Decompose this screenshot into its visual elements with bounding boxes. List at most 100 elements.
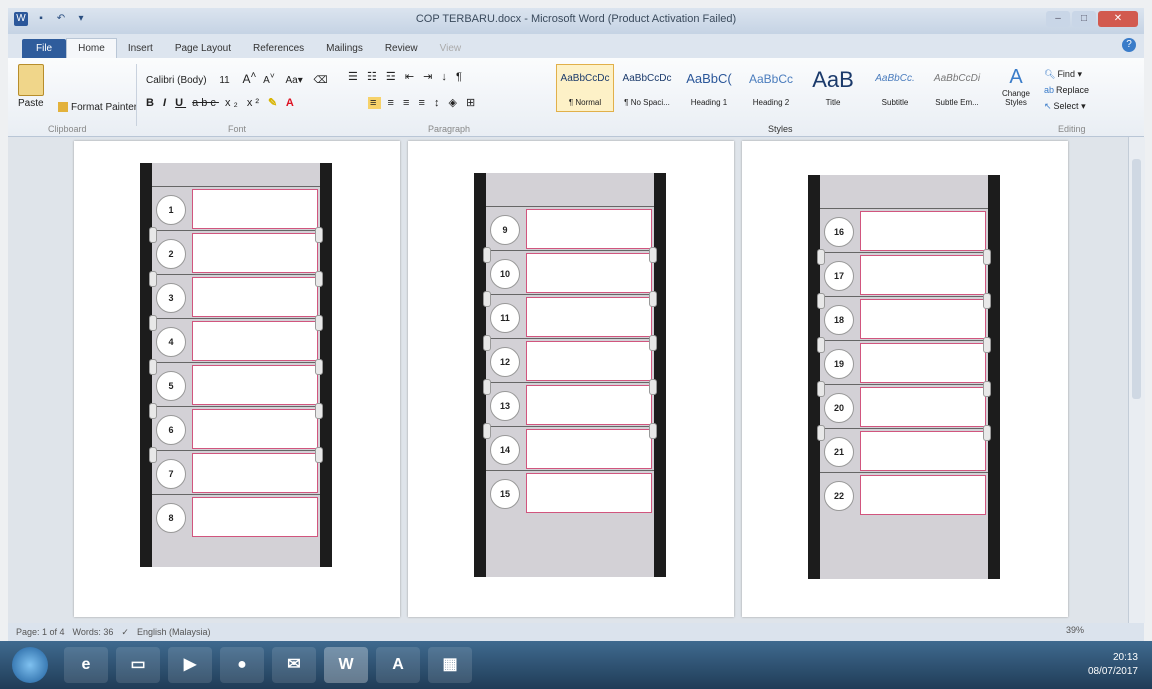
language-indicator[interactable]: English (Malaysia) xyxy=(137,627,211,637)
answer-box[interactable] xyxy=(526,429,652,469)
line-spacing-icon[interactable]: ↕ xyxy=(434,97,443,109)
word-taskbar-icon[interactable]: W xyxy=(324,647,368,683)
font-name-select[interactable]: Calibri (Body) xyxy=(146,75,207,86)
answer-box[interactable] xyxy=(860,299,986,339)
sort-icon[interactable]: ↓ xyxy=(441,71,450,83)
tab-page-layout[interactable]: Page Layout xyxy=(164,39,242,58)
font-size-select[interactable]: 11 xyxy=(219,75,229,86)
help-icon[interactable]: ? xyxy=(1122,38,1136,52)
answer-box[interactable] xyxy=(860,211,986,251)
answer-box[interactable] xyxy=(526,385,652,425)
vertical-scrollbar[interactable] xyxy=(1128,137,1145,623)
tab-home[interactable]: Home xyxy=(66,38,117,58)
find-button[interactable]: 🔍︎ Find ▾ xyxy=(1044,66,1089,82)
scroll-thumb[interactable] xyxy=(1132,159,1141,399)
answer-box[interactable] xyxy=(192,277,318,317)
answer-box[interactable] xyxy=(860,475,986,515)
mail-icon[interactable]: ✉ xyxy=(272,647,316,683)
answer-box[interactable] xyxy=(192,497,318,537)
answer-box[interactable] xyxy=(526,253,652,293)
align-left-icon[interactable]: ≡ xyxy=(368,97,382,109)
close-button[interactable]: ✕ xyxy=(1098,11,1138,27)
answer-box[interactable] xyxy=(860,431,986,471)
minimize-button[interactable]: – xyxy=(1046,11,1070,27)
tab-view[interactable]: View xyxy=(429,39,473,58)
document-page[interactable]: 16 17 18 19 20 21 22 xyxy=(742,141,1068,617)
font-grow-icon[interactable]: A˄ xyxy=(243,70,257,86)
firefox-icon[interactable]: ● xyxy=(220,647,264,683)
tab-file[interactable]: File xyxy=(22,39,67,58)
underline-icon[interactable]: U xyxy=(175,97,186,109)
tab-mailings[interactable]: Mailings xyxy=(315,39,374,58)
answer-box[interactable] xyxy=(526,473,652,513)
answer-box[interactable] xyxy=(192,365,318,405)
answer-box[interactable] xyxy=(526,297,652,337)
answer-box[interactable] xyxy=(192,189,318,229)
style-subtitle[interactable]: AaBbCc. Subtitle xyxy=(866,64,924,112)
borders-icon[interactable]: ⊞ xyxy=(466,97,478,109)
clear-formatting-icon[interactable]: ⌫ xyxy=(314,75,328,86)
paint-icon[interactable]: ▦ xyxy=(428,647,472,683)
shading-icon[interactable]: ◈ xyxy=(449,97,460,109)
page-count[interactable]: Page: 1 of 4 xyxy=(16,627,65,637)
superscript-icon[interactable]: x² xyxy=(247,97,262,109)
ladder-rung xyxy=(152,450,320,451)
acrobat-icon[interactable]: A xyxy=(376,647,420,683)
align-right-icon[interactable]: ≡ xyxy=(403,97,412,109)
rung-peg xyxy=(315,359,323,375)
style-title[interactable]: AaB Title xyxy=(804,64,862,112)
answer-box[interactable] xyxy=(860,387,986,427)
system-clock[interactable]: 20:13 08/07/2017 xyxy=(1088,651,1138,679)
bullets-icon[interactable]: ☰ xyxy=(348,71,361,83)
font-color-icon[interactable]: A xyxy=(286,97,297,109)
answer-box[interactable] xyxy=(192,321,318,361)
decrease-indent-icon[interactable]: ⇤ xyxy=(405,71,417,83)
pilcrow-icon[interactable]: ¶ xyxy=(456,71,465,83)
answer-box[interactable] xyxy=(192,409,318,449)
select-button[interactable]: ↖ Select ▾ xyxy=(1044,98,1089,114)
style-heading-1[interactable]: AaBbC(Heading 1 xyxy=(680,64,738,112)
explorer-icon[interactable]: ▭ xyxy=(116,647,160,683)
answer-box[interactable] xyxy=(192,453,318,493)
replace-button[interactable]: ab Replace xyxy=(1044,82,1089,98)
format-painter-button[interactable]: Format Painter xyxy=(58,102,137,113)
highlight-icon[interactable]: ✎ xyxy=(268,97,280,109)
proofing-icon[interactable]: ✓ xyxy=(121,627,129,638)
document-page[interactable]: 1 2 3 4 5 6 7 8 xyxy=(74,141,400,617)
document-page[interactable]: 9 10 11 12 13 14 15 xyxy=(408,141,734,617)
document-area[interactable]: 12345678 9 10 11 12 13 14 15 16 17 18 19 20 21 22 xyxy=(8,137,1128,623)
italic-icon[interactable]: I xyxy=(163,97,169,109)
tab-references[interactable]: References xyxy=(242,39,315,58)
numbering-icon[interactable]: ☷ xyxy=(367,71,380,83)
change-styles-button[interactable]: A Change Styles xyxy=(998,66,1034,107)
bold-icon[interactable]: B xyxy=(146,97,157,109)
paste-icon[interactable] xyxy=(18,64,44,96)
tab-review[interactable]: Review xyxy=(374,39,429,58)
subscript-icon[interactable]: x₂ xyxy=(225,97,241,109)
tab-insert[interactable]: Insert xyxy=(117,39,164,58)
ie-icon[interactable]: e xyxy=(64,647,108,683)
media-player-icon[interactable]: ▶ xyxy=(168,647,212,683)
increase-indent-icon[interactable]: ⇥ xyxy=(423,71,435,83)
answer-box[interactable] xyxy=(192,233,318,273)
align-center-icon[interactable]: ≡ xyxy=(387,97,396,109)
style-normal[interactable]: AaBbCcDc ¶ Normal xyxy=(556,64,614,112)
answer-box[interactable] xyxy=(860,343,986,383)
maximize-button[interactable]: □ xyxy=(1072,11,1096,27)
font-shrink-icon[interactable]: A˅ xyxy=(263,71,275,86)
style-heading-2[interactable]: AaBbCc Heading 2 xyxy=(742,64,800,112)
answer-box[interactable] xyxy=(860,255,986,295)
word-count[interactable]: Words: 36 xyxy=(73,627,114,637)
zoom-level[interactable]: 39% xyxy=(1066,625,1084,635)
answer-box[interactable] xyxy=(526,341,652,381)
multilevel-list-icon[interactable]: ☲ xyxy=(386,71,399,83)
style-no-spacing[interactable]: AaBbCcDc ¶ No Spaci... xyxy=(618,64,676,112)
change-case-icon[interactable]: Aa▾ xyxy=(286,75,303,86)
start-button[interactable] xyxy=(12,647,48,683)
rung-peg xyxy=(817,337,825,353)
justify-icon[interactable]: ≡ xyxy=(418,97,427,109)
answer-box[interactable] xyxy=(526,209,652,249)
strikethrough-icon[interactable]: abc xyxy=(192,97,219,109)
style-subtle-emphasis[interactable]: AaBbCcDi Subtle Em... xyxy=(928,64,986,112)
paste-button[interactable]: Paste xyxy=(18,98,44,109)
